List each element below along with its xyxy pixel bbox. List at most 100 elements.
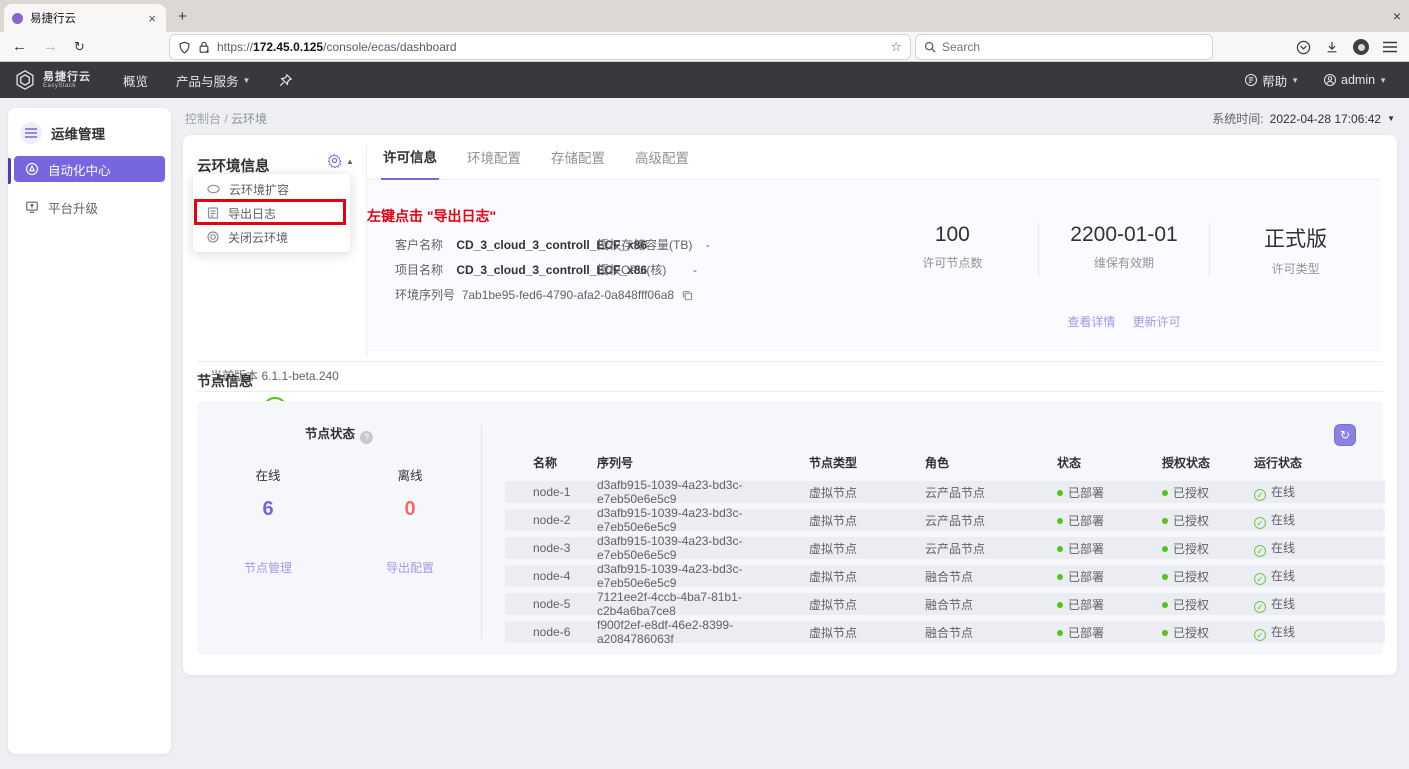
breadcrumb-current: 云环境 — [231, 112, 267, 126]
brand-logo[interactable]: 易捷行云 EasyStack — [0, 69, 109, 91]
tab-close-icon[interactable]: × — [146, 11, 158, 26]
tab-license-info[interactable]: 许可信息 — [381, 135, 439, 180]
brand-subtitle: EasyStack — [43, 83, 91, 89]
status-dot — [1162, 574, 1168, 580]
copy-icon[interactable] — [682, 290, 693, 301]
tab-env-config[interactable]: 环境配置 — [465, 135, 523, 180]
node-status-title: 节点状态? — [197, 423, 481, 444]
menu-hamburger-icon[interactable] — [1383, 41, 1397, 53]
env-serial-field: 环境序列号 7ab1be95-fed6-4790-afa2-0a848fff06… — [395, 286, 693, 303]
new-tab-button[interactable]: + — [178, 8, 187, 25]
brand-name: 易捷行云 — [43, 72, 91, 83]
sidebar-item-automation-center[interactable]: 自动化中心 — [14, 156, 165, 182]
node-manage-link[interactable]: 节点管理 — [197, 559, 339, 576]
nav-products[interactable]: 产品与服务 ▼ — [162, 71, 264, 90]
download-icon[interactable] — [1325, 40, 1339, 54]
browser-tab[interactable]: 易捷行云 × — [4, 4, 166, 32]
search-bar[interactable] — [916, 35, 1212, 59]
table-row[interactable]: node-5 7121ee2f-4ccb-4ba7-81b1-c2b4a6ba7… — [505, 593, 1385, 615]
offline-stat: 离线 0 — [339, 465, 481, 521]
search-icon — [924, 41, 936, 53]
collapse-arrow-icon[interactable]: ▲ — [346, 157, 354, 166]
online-check-icon: ✓ — [1254, 573, 1266, 585]
tab-title: 易捷行云 — [30, 10, 139, 26]
sidebar: 运维管理 自动化中心 平台升级 — [8, 108, 171, 754]
tab-storage-config[interactable]: 存储配置 — [549, 135, 607, 180]
sidebar-title: 运维管理 — [51, 123, 105, 143]
breadcrumb: 控制台 / 云环境 — [185, 110, 267, 127]
account-icon[interactable] — [1353, 39, 1369, 55]
online-count: 6 — [197, 498, 339, 521]
env-info-title: 云环境信息 — [197, 155, 270, 176]
favicon — [12, 13, 23, 24]
lock-warning-icon[interactable] — [198, 41, 210, 54]
chevron-down-icon: ▼ — [1379, 76, 1387, 85]
system-time[interactable]: 系统时间: 2022-04-28 17:06:42 ▼ — [1212, 110, 1395, 127]
stat-maintenance-expiry: 2200-01-01 维保有效期 — [1038, 223, 1210, 277]
status-dot — [1057, 574, 1063, 580]
refresh-button[interactable]: ↻ — [1334, 424, 1356, 446]
search-input[interactable] — [942, 40, 1172, 54]
page-content: 控制台 / 云环境 系统时间: 2022-04-28 17:06:42 ▼ 运维… — [0, 98, 1409, 769]
stat-license-type: 正式版 许可类型 — [1209, 223, 1381, 277]
log-document-icon — [207, 207, 219, 219]
table-row[interactable]: node-3 d3afb915-1039-4a23-bd3c-e7eb50e6e… — [505, 537, 1385, 559]
status-dot — [1162, 630, 1168, 636]
reload-icon[interactable]: ↻ — [74, 39, 85, 55]
license-stats: 100 许可节点数 2200-01-01 维保有效期 正式版 许可类型 — [867, 223, 1381, 277]
status-dot — [1162, 490, 1168, 496]
active-indicator — [8, 158, 11, 184]
menu-item-env-expand[interactable]: 云环境扩容 — [193, 177, 350, 201]
status-dot — [1162, 602, 1168, 608]
forward-icon: → — [43, 38, 58, 55]
table-row[interactable]: node-6 f900f2ef-e8df-46e2-8399-a20847860… — [505, 621, 1385, 643]
export-config-link[interactable]: 导出配置 — [339, 559, 481, 576]
pocket-icon[interactable] — [1296, 40, 1311, 55]
shield-icon[interactable] — [178, 41, 191, 54]
status-dot — [1057, 602, 1063, 608]
online-check-icon: ✓ — [1254, 601, 1266, 613]
update-license-link[interactable]: 更新许可 — [1133, 315, 1181, 329]
pin-icon[interactable] — [264, 73, 307, 88]
breadcrumb-root[interactable]: 控制台 — [185, 112, 221, 126]
bookmark-star-icon[interactable]: ☆ — [890, 39, 902, 55]
table-row[interactable]: node-2 d3afb915-1039-4a23-bd3c-e7eb50e6e… — [505, 509, 1385, 531]
chevron-down-icon: ▼ — [243, 76, 251, 85]
view-details-link[interactable]: 查看详情 — [1067, 315, 1115, 329]
license-panel: 客户名称 CD_3_cloud_3_controll_ECF_x86 授权存储容… — [367, 181, 1381, 351]
chevron-down-icon: ▼ — [1291, 76, 1299, 85]
help-question-icon[interactable]: ? — [360, 431, 373, 444]
online-stat: 在线 6 — [197, 465, 339, 521]
cloud-expand-icon — [207, 184, 220, 194]
table-row[interactable]: node-4 d3afb915-1039-4a23-bd3c-e7eb50e6e… — [505, 565, 1385, 587]
settings-gear-icon[interactable] — [327, 153, 342, 168]
chevron-down-icon: ▼ — [1387, 114, 1395, 123]
online-check-icon: ✓ — [1254, 629, 1266, 641]
url-text: https://172.45.0.125/console/ecas/dashbo… — [217, 40, 457, 54]
ops-management-icon — [20, 122, 42, 144]
nav-user[interactable]: admin ▼ — [1315, 73, 1395, 87]
app-navbar: 易捷行云 EasyStack 概览 产品与服务 ▼ 帮助 ▼ admin ▼ — [0, 62, 1409, 98]
automation-center-icon — [25, 162, 39, 176]
table-header: 名称 序列号 节点类型 角色 状态 授权状态 运行状态 — [505, 449, 1385, 475]
cloud-env-card: 云环境信息 ↻ ▲ 许可信息 环境配置 存储配置 高级配置 客户名称 CD_3_… — [183, 135, 1397, 675]
menu-item-export-logs[interactable]: 导出日志 — [193, 201, 350, 225]
status-dot — [1057, 490, 1063, 496]
menu-item-shutdown-env[interactable]: 关闭云环境 — [193, 225, 350, 249]
window-close-icon[interactable]: × — [1393, 8, 1401, 24]
annotation-text: 左键点击 "导出日志" — [367, 206, 496, 226]
url-bar[interactable]: https://172.45.0.125/console/ecas/dashbo… — [170, 35, 910, 59]
online-check-icon: ✓ — [1254, 489, 1266, 501]
table-row[interactable]: node-1 d3afb915-1039-4a23-bd3c-e7eb50e6e… — [505, 481, 1385, 503]
divider — [197, 391, 1383, 392]
back-icon[interactable]: ← — [12, 38, 27, 55]
env-settings-menu: 云环境扩容 导出日志 关闭云环境 — [193, 174, 350, 252]
nav-overview[interactable]: 概览 — [109, 71, 162, 90]
nav-help[interactable]: 帮助 ▼ — [1236, 71, 1307, 90]
browser-tab-strip: 易捷行云 × + × — [0, 0, 1409, 32]
power-circle-icon — [207, 231, 219, 243]
status-dot — [1057, 518, 1063, 524]
node-table: 名称 序列号 节点类型 角色 状态 授权状态 运行状态 node-1 d3afb… — [505, 449, 1385, 643]
sidebar-item-platform-upgrade[interactable]: 平台升级 — [14, 194, 165, 220]
tab-advanced-config[interactable]: 高级配置 — [633, 135, 691, 180]
